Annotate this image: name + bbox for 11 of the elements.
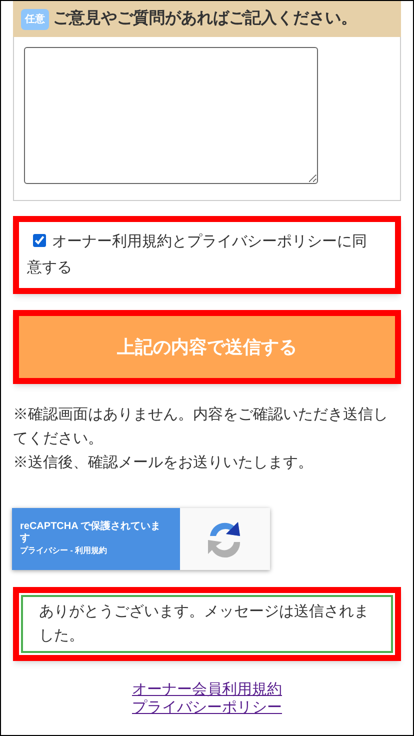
footer-link[interactable]: オーナー会員利用規約 [132, 681, 282, 699]
note-text: ※送信後、確認メールをお送りいたします。 [13, 453, 314, 473]
recaptcha-title: reCAPTCHA で保護されています [20, 521, 162, 545]
note-text: ※確認画面はありません。内容をご確認いただき送信してください。 [13, 405, 389, 449]
footer-link[interactable]: プライバシーポリシー [132, 699, 282, 717]
agreement-label[interactable]: オーナー利用規約とプライバシーポリシーに同意する [27, 229, 387, 281]
success-message: ありがとうございます。メッセージは送信されました。 [21, 595, 393, 653]
comment-field[interactable] [24, 47, 318, 184]
agreement-checkbox[interactable] [33, 234, 46, 247]
optional-badge: 任意 [21, 8, 49, 30]
question-label: ご意見やご質問があればご記入ください。 [53, 8, 357, 29]
